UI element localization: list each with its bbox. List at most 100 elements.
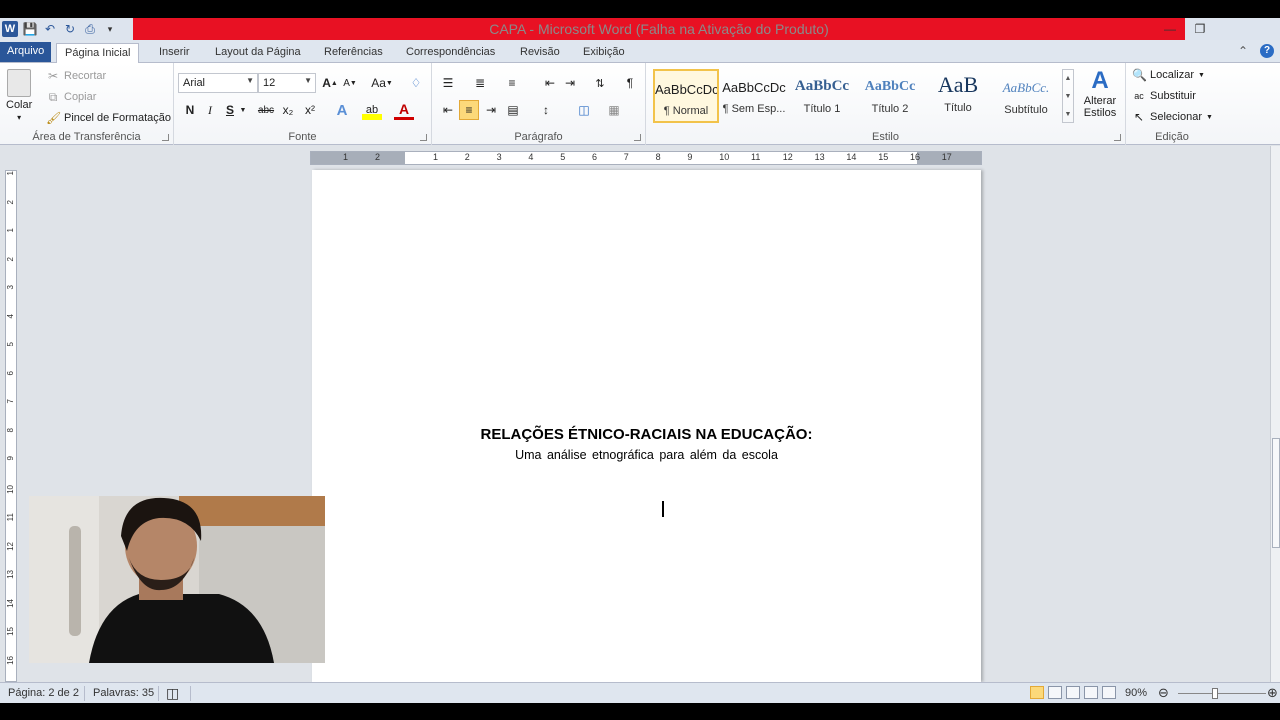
close-icon[interactable] [1215, 18, 1280, 40]
bullets-icon[interactable]: ☰ [438, 73, 458, 93]
print-layout-icon[interactable] [1030, 686, 1044, 699]
ruler-number: 11 [751, 152, 761, 162]
cut-label: Recortar [64, 70, 107, 82]
zoom-out-icon[interactable]: ⊖ [1158, 685, 1169, 701]
find-button[interactable]: 🔍 Localizar ▼ [1132, 68, 1205, 82]
replace-button[interactable]: ac Substituir [1132, 89, 1196, 103]
word-logo-icon[interactable]: W [2, 21, 18, 37]
ruler-number: 16 [6, 655, 15, 665]
italic-button[interactable]: I [200, 100, 220, 120]
sort-icon[interactable]: ⇅ [590, 73, 610, 93]
help-icon[interactable]: ? [1260, 44, 1274, 58]
minimize-icon[interactable]: — [1155, 18, 1185, 40]
paragraph-launcher-icon[interactable] [634, 134, 641, 141]
styles-launcher-icon[interactable] [1114, 134, 1121, 141]
cut-button[interactable]: ✂ Recortar [46, 69, 106, 83]
clear-formatting-icon[interactable]: ♢ [406, 73, 426, 93]
tab-pagina-inicial[interactable]: Página Inicial [56, 43, 140, 64]
font-name-value: Arial [183, 77, 206, 89]
full-screen-reading-icon[interactable] [1048, 686, 1062, 699]
draft-icon[interactable] [1102, 686, 1116, 699]
shrink-font-icon[interactable]: A ▼ [340, 73, 360, 93]
redo-icon[interactable]: ↻ [62, 21, 78, 37]
style-sem-espacamento[interactable]: AaBbCcDc ¶ Sem Esp... [721, 69, 787, 123]
multilevel-list-icon[interactable]: ≡ [502, 73, 522, 93]
style-titulo[interactable]: AaB Título [925, 69, 991, 123]
web-layout-icon[interactable] [1066, 686, 1080, 699]
decrease-indent-icon[interactable]: ⇤ [540, 73, 560, 93]
ruler-number: 16 [910, 152, 921, 162]
style-subtitulo[interactable]: AaBbCc. Subtítulo [993, 69, 1059, 123]
subscript-button[interactable]: x₂ [278, 100, 298, 120]
change-case-icon[interactable]: Aa ▼ [370, 73, 394, 93]
zoom-slider-thumb[interactable] [1212, 688, 1218, 699]
horizontal-ruler[interactable]: 1 2 1 2 3 4 5 6 7 8 9 10 11 12 13 14 15 16 17 [310, 151, 982, 165]
show-marks-icon[interactable]: ¶ [620, 73, 640, 93]
outline-icon[interactable] [1084, 686, 1098, 699]
scrollbar-thumb[interactable] [1272, 438, 1280, 548]
font-name-combo[interactable]: Arial ▼ [178, 73, 258, 93]
document-title[interactable]: RELAÇÕES ÉTNICO-RACIAIS NA EDUCAÇÃO: [312, 426, 981, 443]
select-button[interactable]: ↖ Selecionar ▼ [1132, 110, 1213, 124]
tab-referencias[interactable]: Referências [316, 43, 391, 63]
word-count[interactable]: Palavras: 35 [93, 687, 154, 699]
change-styles-button[interactable]: A Alterar Estilos [1078, 67, 1122, 119]
styles-scroll[interactable]: ▲ ▼ ▼ [1062, 69, 1074, 123]
tab-revisao[interactable]: Revisão [512, 43, 568, 63]
document-page[interactable]: RELAÇÕES ÉTNICO-RACIAIS NA EDUCAÇÃO: Uma… [312, 170, 981, 682]
borders-icon[interactable]: ▦ [604, 100, 624, 120]
document-subtitle[interactable]: Uma análise etnográfica para além da esc… [312, 448, 981, 462]
strikethrough-button[interactable]: abc [256, 100, 276, 120]
font-color-icon[interactable]: A [394, 100, 414, 120]
align-right-icon[interactable]: ⇥ [481, 100, 501, 120]
font-group: Arial ▼ 12 ▼ A ▲ A ▼ Aa ▼ ♢ N I S ▼ abc x₂ x²… [174, 63, 432, 145]
tab-layout-da-pagina[interactable]: Layout da Página [207, 43, 309, 63]
tab-inserir[interactable]: Inserir [151, 43, 198, 63]
numbering-icon[interactable]: ≣ [470, 73, 490, 93]
save-icon[interactable]: 💾 [22, 21, 38, 37]
underline-dropdown-icon[interactable]: ▼ [238, 100, 248, 120]
text-effects-icon[interactable]: A [332, 100, 352, 120]
style-normal[interactable]: AaBbCcDc ¶ Normal [653, 69, 719, 123]
align-center-icon[interactable]: ≡ [459, 100, 479, 120]
ruler-number: 3 [496, 152, 502, 162]
increase-indent-icon[interactable]: ⇥ [560, 73, 580, 93]
highlight-icon[interactable]: ab [362, 100, 382, 120]
font-launcher-icon[interactable] [420, 134, 427, 141]
zoom-slider[interactable] [1178, 693, 1266, 694]
justify-icon[interactable]: ▤ [503, 100, 523, 120]
format-painter-button[interactable]: 🖌 Pincel de Formatação [46, 111, 171, 125]
restore-icon[interactable]: ❐ [1185, 18, 1215, 40]
chevron-down-icon: ▼ [1205, 113, 1213, 121]
vertical-scrollbar[interactable] [1270, 146, 1280, 682]
ruler-number: 2 [375, 152, 381, 162]
quick-print-icon[interactable]: ⎙ [82, 21, 98, 37]
tab-arquivo[interactable]: Arquivo [0, 42, 52, 62]
undo-icon[interactable]: ↶ [42, 21, 58, 37]
line-spacing-icon[interactable]: ↕ [536, 100, 556, 120]
shading-icon[interactable]: ◫ [574, 100, 594, 120]
superscript-button[interactable]: x² [300, 100, 320, 120]
ruler-number: 4 [6, 313, 15, 318]
minimize-ribbon-icon[interactable]: ⌃ [1238, 44, 1248, 58]
zoom-in-icon[interactable]: ⊕ [1267, 685, 1278, 701]
underline-button[interactable]: S [220, 100, 240, 120]
font-size-combo[interactable]: 12 ▼ [258, 73, 316, 93]
page-count[interactable]: Página: 2 de 2 [8, 687, 79, 699]
style-titulo-1[interactable]: AaBbCc Título 1 [789, 69, 855, 123]
tab-exibicao[interactable]: Exibição [575, 43, 633, 63]
style-titulo-2[interactable]: AaBbCc Título 2 [857, 69, 923, 123]
vertical-ruler[interactable]: 121234567891011121314151617 [5, 170, 17, 693]
customize-qat-icon[interactable]: ▾ [102, 21, 118, 37]
style-sample: AaB [937, 72, 979, 97]
bold-button[interactable]: N [180, 100, 200, 120]
align-left-icon[interactable]: ⇤ [438, 100, 458, 120]
tab-correspondencias[interactable]: Correspondências [398, 43, 503, 63]
ruler-number: 13 [6, 570, 15, 579]
clipboard-launcher-icon[interactable] [162, 134, 169, 141]
grow-font-icon[interactable]: A ▲ [320, 73, 340, 93]
proofing-icon[interactable]: ◫ [166, 685, 179, 702]
zoom-level[interactable]: 90% [1125, 687, 1147, 699]
copy-button[interactable]: ⧉ Copiar [46, 90, 97, 104]
paste-button[interactable]: Colar ▾ [6, 69, 32, 122]
